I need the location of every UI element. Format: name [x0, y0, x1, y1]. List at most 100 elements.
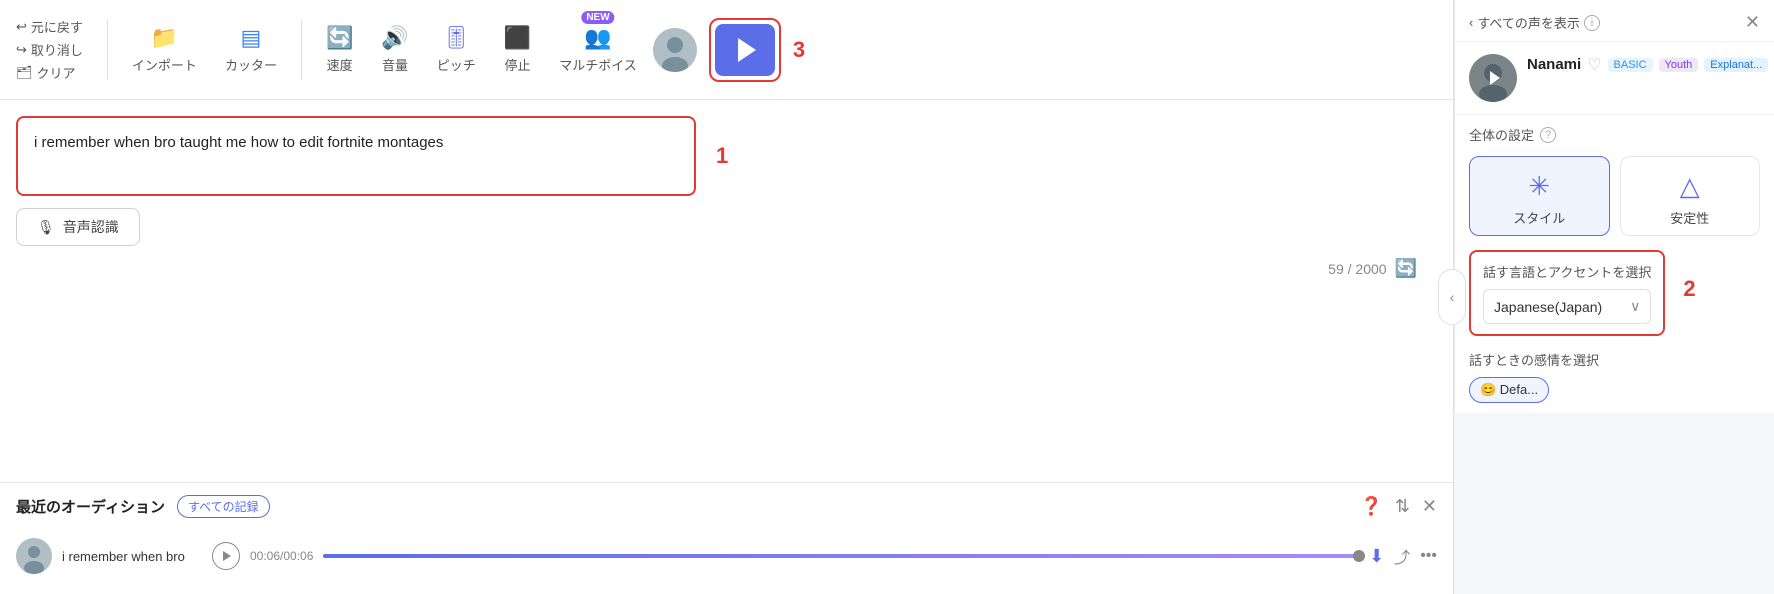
recent-controls: ❓ ⇅ ✕ [1360, 496, 1437, 517]
back-button[interactable]: ↩ 元に戻す [16, 17, 83, 36]
avatar-image [653, 28, 697, 72]
volume-button[interactable]: 🔊 音量 [369, 19, 420, 80]
audio-progress-bar[interactable] [323, 554, 1359, 558]
sidebar-close-button[interactable]: ✕ [1745, 12, 1760, 33]
multivoice-label: マルチボイス [559, 55, 637, 74]
badge-youth: Youth [1659, 58, 1699, 72]
recent-header: 最近のオーディション すべての記録 ❓ ⇅ ✕ [16, 495, 1437, 518]
stability-icon: △ [1680, 171, 1700, 202]
share-icon[interactable]: ⤴ [1394, 544, 1410, 568]
voice-avatar-play-overlay[interactable] [1469, 54, 1517, 102]
emotion-title: 話すときの感情を選択 [1469, 350, 1760, 369]
language-number-row: 話す言語とアクセントを選択 Japanese(Japan) ∨ 2 [1455, 246, 1774, 346]
stop-button[interactable]: ⬛ 停止 [492, 19, 543, 80]
back-icon: ↩ [16, 19, 27, 35]
play-button[interactable] [715, 24, 775, 76]
cutter-icon: ▤ [241, 25, 262, 51]
play-triangle-icon [738, 38, 756, 62]
emotion-default-button[interactable]: 😊 Defa... [1469, 377, 1549, 403]
emotion-section: 話すときの感情を選択 😊 Defa... [1455, 346, 1774, 413]
language-value: Japanese(Japan) [1494, 299, 1602, 315]
voice-name-row: Nanami ♡ BASIC Youth Explanat... ⋮ [1527, 54, 1774, 75]
toolbar: ↩ 元に戻す ↪ 取り消し 🗂 クリア 📁 インポート ▤ カッター 🔄 速度 [0, 0, 1453, 100]
collapse-sidebar-button[interactable]: ‹ [1438, 269, 1466, 325]
speed-icon: 🔄 [326, 25, 353, 51]
sidebar-wrapper: ‹ ‹ すべての声を表示 i ✕ [1454, 0, 1774, 594]
badge-basic: BASIC [1608, 58, 1653, 72]
settings-info-icon[interactable]: ? [1540, 127, 1556, 143]
content-area: i remember when bro taught me how to edi… [0, 100, 1453, 482]
all-records-button[interactable]: すべての記録 [177, 495, 270, 518]
audio-progress-fill [323, 554, 1359, 558]
style-icon: ✳ [1528, 171, 1550, 202]
info-icon[interactable]: i [1584, 15, 1600, 31]
voice-recognition-icon: 🎙 [37, 219, 55, 236]
sidebar: ‹ すべての声を表示 i ✕ Nanami ♡ [1454, 0, 1774, 413]
more-options-icon[interactable]: ••• [1420, 547, 1437, 565]
clear-button[interactable]: 🗂 クリア [16, 63, 83, 82]
language-select[interactable]: Japanese(Japan) ∨ [1483, 289, 1651, 324]
clear-icon: 🗂 [16, 65, 33, 81]
import-button[interactable]: 📁 インポート [120, 19, 209, 80]
stop-icon: ⬛ [504, 25, 531, 51]
stop-label: 停止 [504, 55, 530, 74]
cutter-label: カッター [225, 55, 277, 74]
multivoice-button[interactable]: NEW 👥 マルチボイス [547, 19, 649, 80]
clear-label: クリア [37, 63, 76, 82]
sidebar-header: ‹ すべての声を表示 i ✕ [1455, 0, 1774, 42]
style-label: スタイル [1513, 208, 1565, 227]
redo-button[interactable]: ↪ 取り消し [16, 40, 83, 59]
new-badge: NEW [581, 11, 614, 24]
language-section: 話す言語とアクセントを選択 Japanese(Japan) ∨ [1469, 250, 1665, 336]
refresh-icon[interactable]: 🔄 [1395, 258, 1417, 279]
play-button-container [709, 18, 781, 82]
audition-time: 00:06/00:06 [250, 549, 313, 563]
voice-info: Nanami ♡ BASIC Youth Explanat... ⋮ [1527, 54, 1774, 81]
audio-progress-dot [1353, 550, 1365, 562]
main-text-area[interactable]: i remember when bro taught me how to edi… [16, 116, 696, 196]
char-count: 59 / 2000 [1328, 261, 1386, 277]
chevron-down-icon: ∨ [1630, 298, 1640, 315]
settings-label: 全体の設定 ? [1455, 115, 1774, 150]
sort-icon[interactable]: ⇅ [1395, 496, 1410, 517]
import-label: インポート [132, 55, 197, 74]
char-count-row: 59 / 2000 🔄 [16, 258, 1437, 279]
style-card[interactable]: ✳ スタイル [1469, 156, 1610, 236]
language-section-title: 話す言語とアクセントを選択 [1483, 262, 1651, 281]
audition-name: i remember when bro [62, 549, 202, 564]
number-1-badge: 1 [716, 143, 728, 169]
recent-title: 最近のオーディション [16, 496, 165, 517]
char-max: 2000 [1355, 261, 1386, 277]
number-3-badge: 3 [793, 37, 805, 63]
favorite-icon[interactable]: ♡ [1587, 55, 1601, 75]
audition-play-button[interactable] [212, 542, 240, 570]
voice-card: Nanami ♡ BASIC Youth Explanat... ⋮ [1455, 42, 1774, 115]
speed-button[interactable]: 🔄 速度 [314, 19, 365, 80]
voice-avatar[interactable] [1469, 54, 1517, 102]
stability-card[interactable]: △ 安定性 [1620, 156, 1761, 236]
audition-avatar-image [16, 538, 52, 574]
cutter-button[interactable]: ▤ カッター [213, 19, 289, 80]
back-label: 元に戻す [31, 17, 83, 36]
recent-section: 最近のオーディション すべての記録 ❓ ⇅ ✕ i remember when … [0, 482, 1453, 594]
show-all-voices-button[interactable]: ‹ すべての声を表示 i [1469, 13, 1600, 32]
time-total: 00:06 [283, 549, 313, 563]
number-2-badge: 2 [1683, 276, 1703, 302]
audition-avatar [16, 538, 52, 574]
help-icon[interactable]: ❓ [1360, 496, 1382, 517]
pitch-icon: 🎚 [442, 25, 470, 51]
chevron-left-icon: ‹ [1469, 15, 1473, 30]
download-icon[interactable]: ⬇ [1369, 546, 1384, 567]
audition-play-icon [223, 551, 231, 561]
toolbar-divider [107, 20, 108, 80]
audition-item: i remember when bro 00:06/00:06 ⬇ ⤴ ••• [16, 530, 1437, 582]
volume-label: 音量 [382, 55, 408, 74]
pitch-button[interactable]: 🎚 ピッチ [425, 19, 488, 80]
close-recent-icon[interactable]: ✕ [1422, 496, 1437, 517]
time-current: 00:06 [250, 549, 280, 563]
show-all-voices-label: すべての声を表示 [1477, 13, 1580, 32]
voice-recognition-label: 音声認識 [63, 217, 119, 237]
voice-recognition-button[interactable]: 🎙 音声認識 [16, 208, 140, 246]
voice-avatar-toolbar[interactable] [653, 28, 697, 72]
stability-label: 安定性 [1670, 208, 1709, 227]
